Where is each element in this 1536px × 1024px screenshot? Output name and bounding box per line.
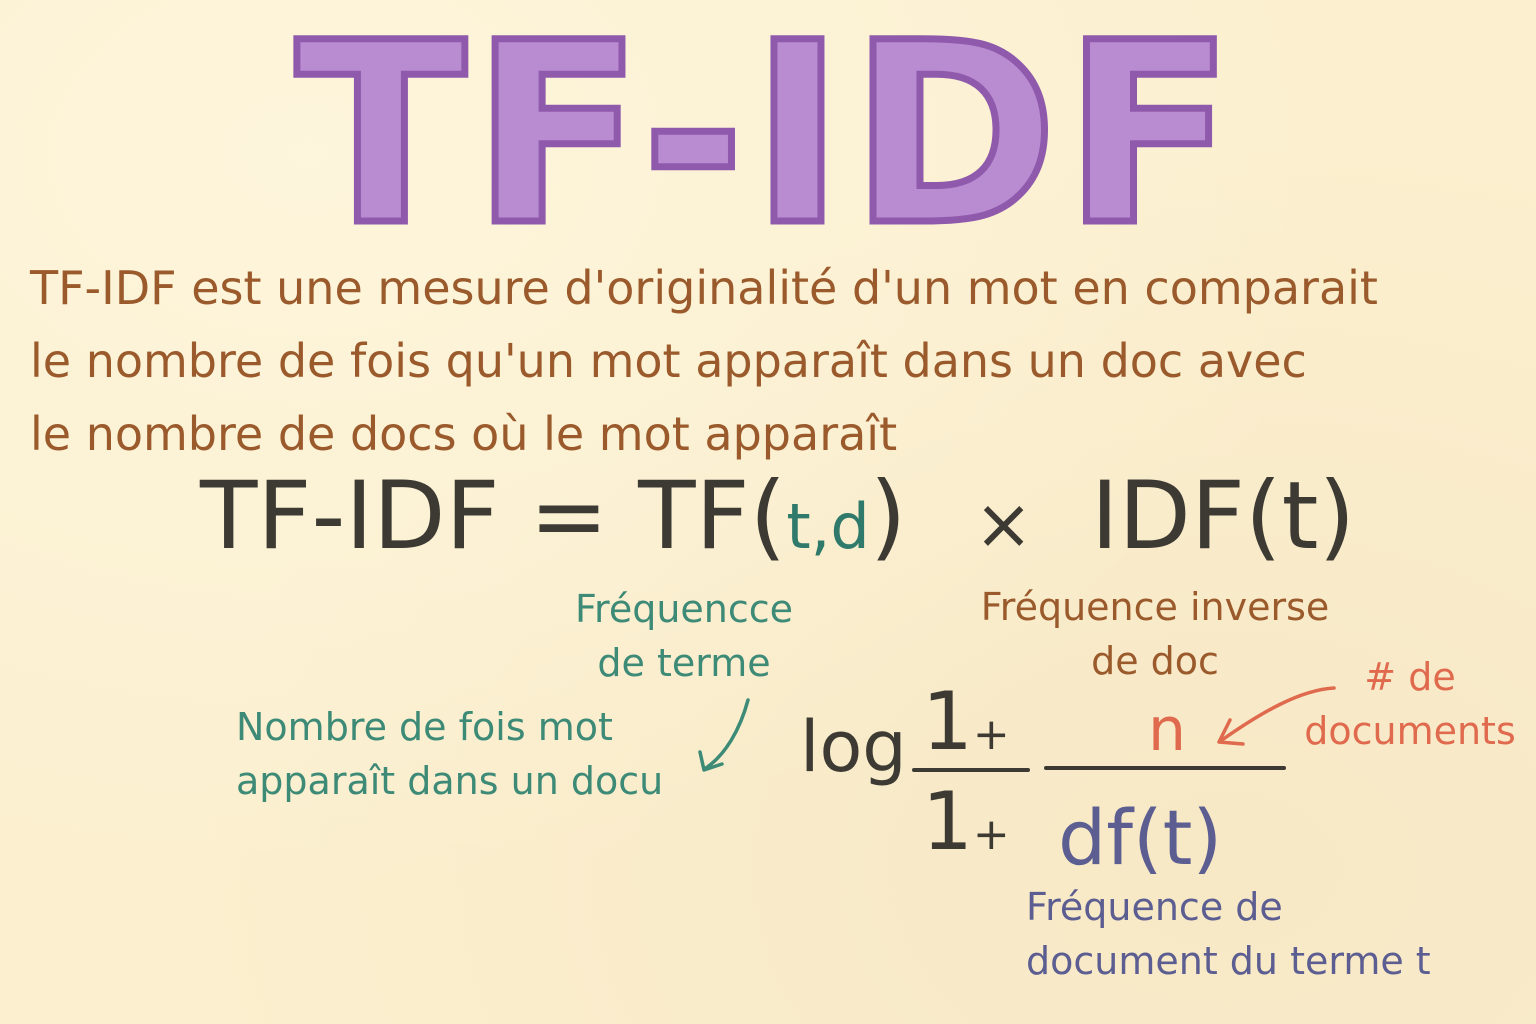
fraction-bar-right bbox=[1044, 766, 1286, 770]
idf-name-line-1: Fréquence inverse bbox=[980, 585, 1330, 629]
tf-arrow-icon bbox=[704, 698, 750, 770]
equation-tf: TF bbox=[638, 462, 750, 571]
tf-name-label: Fréquencce de terme bbox=[548, 582, 820, 690]
description-line-2: le nombre de fois qu'un mot apparaît dan… bbox=[30, 334, 1307, 388]
n-arrowhead-icon bbox=[1217, 718, 1245, 746]
df-description-label: Fréquence de document du terme t bbox=[1026, 880, 1431, 988]
tf-name-line-2: de terme bbox=[597, 641, 771, 685]
equation-idf: IDF(t) bbox=[1090, 462, 1356, 571]
fraction-bar-left bbox=[912, 768, 1030, 772]
formula-denominator: 1+ bbox=[922, 782, 1010, 862]
n-desc-line-1: # de bbox=[1364, 655, 1456, 699]
page-title: TF-IDF bbox=[292, 0, 1241, 280]
equation-open-paren: ( bbox=[749, 462, 787, 571]
df-desc-line-1: Fréquence de bbox=[1026, 885, 1283, 929]
equation-equals: = bbox=[529, 462, 609, 571]
formula-numerator: 1+ bbox=[922, 682, 1010, 762]
formula-df: df(t) bbox=[1058, 793, 1223, 882]
tf-desc-line-2: apparaît dans un docu bbox=[236, 759, 664, 803]
df-desc-line-2: document du terme t bbox=[1026, 939, 1431, 983]
equation-times: × bbox=[974, 483, 1033, 565]
formula-num-one: 1 bbox=[922, 675, 973, 768]
n-description-label: # de documents bbox=[1290, 650, 1530, 758]
formula-log: log bbox=[800, 706, 907, 788]
description-line-3: le nombre de docs où le mot apparaît bbox=[30, 407, 898, 461]
formula-den-one: 1 bbox=[922, 775, 973, 868]
equation-tf-args: t,d bbox=[786, 490, 870, 563]
equation-lhs: TF-IDF bbox=[200, 462, 500, 571]
main-equation: TF-IDF = TF(t,d) × IDF(t) bbox=[200, 470, 1355, 564]
canvas: TF-IDF TF-IDF est une mesure d'originali… bbox=[0, 0, 1536, 1024]
description: TF-IDF est une mesure d'originalité d'un… bbox=[30, 252, 1520, 471]
tf-arrowhead-icon bbox=[698, 750, 724, 772]
description-line-1: TF-IDF est une mesure d'originalité d'un… bbox=[30, 261, 1378, 315]
formula-num-plus: + bbox=[972, 709, 1010, 760]
formula-den-plus: + bbox=[972, 809, 1010, 860]
tf-desc-line-1: Nombre de fois mot bbox=[236, 705, 613, 749]
tf-name-line-1: Fréquencce bbox=[574, 587, 794, 631]
equation-close-paren: ) bbox=[869, 462, 907, 571]
formula-n: n bbox=[1148, 695, 1187, 765]
n-desc-line-2: documents bbox=[1304, 709, 1516, 753]
tf-description-label: Nombre de fois mot apparaît dans un docu bbox=[236, 700, 663, 808]
